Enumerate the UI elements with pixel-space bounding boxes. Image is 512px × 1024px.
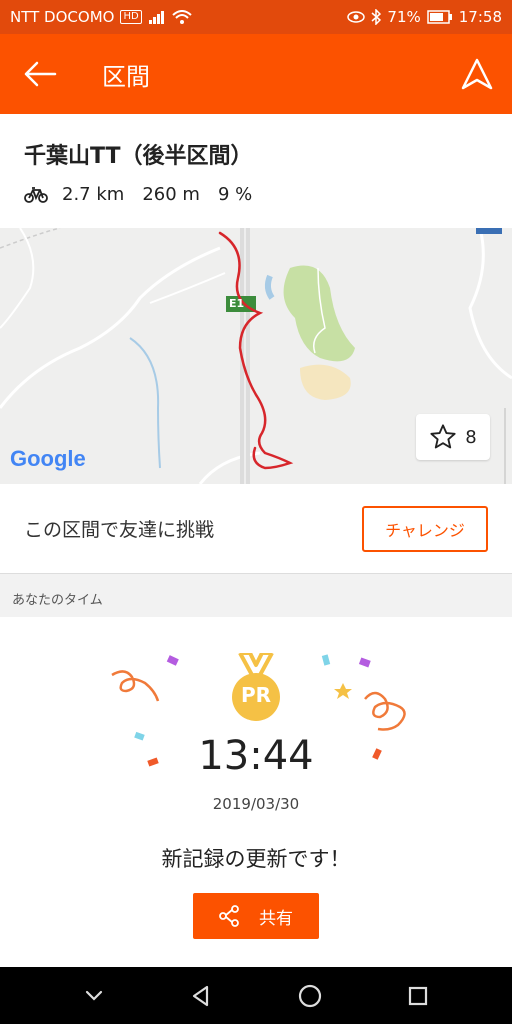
hd-badge: HD (120, 10, 142, 24)
carrier-label: NTT DOCOMO (10, 8, 115, 26)
share-button[interactable]: 共有 (193, 893, 319, 939)
wifi-icon (172, 10, 192, 24)
eye-icon (347, 11, 366, 23)
segment-distance: 2.7 km (62, 184, 125, 205)
back-triangle-icon[interactable] (189, 984, 213, 1008)
signal-icon (148, 11, 164, 24)
challenge-button[interactable]: チャレンジ (362, 505, 488, 552)
bicycle-icon (24, 186, 48, 203)
result-card: PR 13:44 2019/03/30 新記録の更新です！ 共有 (0, 617, 512, 967)
battery-percent: 71% (387, 8, 421, 26)
bluetooth-icon (371, 9, 382, 25)
segment-map[interactable]: E1 Google 8 (0, 228, 512, 484)
navigate-button[interactable] (442, 34, 512, 114)
segment-name: 千葉山TT（後半区間） (24, 144, 253, 169)
your-time-label: あなたのタイム (0, 575, 512, 617)
segment-header: 千葉山TT（後半区間） 2.7 km 260 m 9 % (0, 114, 512, 228)
google-logo: Google (10, 446, 86, 471)
navigation-arrow-icon (461, 58, 493, 90)
back-button[interactable] (0, 34, 80, 114)
clock: 17:58 (458, 8, 502, 26)
challenge-row: この区間で友達に挑戦 チャレンジ (0, 484, 512, 574)
share-icon (219, 905, 239, 927)
segment-time: 13:44 (198, 733, 314, 779)
segment-stats: 2.7 km 260 m 9 % (24, 184, 488, 205)
road-shield: E1 (229, 297, 245, 310)
system-nav-bar (0, 967, 512, 1024)
app-bar: 区間 (0, 34, 512, 114)
star-count: 8 (465, 426, 477, 448)
share-label: 共有 (259, 908, 293, 929)
chevron-down-icon[interactable] (82, 984, 106, 1008)
star-button[interactable]: 8 (416, 414, 490, 460)
home-circle-icon[interactable] (297, 983, 323, 1009)
segment-grade: 9 % (217, 184, 253, 205)
battery-icon (427, 10, 452, 24)
page-title: 区間 (102, 62, 150, 91)
segment-date: 2019/03/30 (212, 795, 300, 813)
status-bar: NTT DOCOMO HD 71% 17:58 (0, 0, 512, 34)
segment-elevation: 260 m (142, 184, 200, 205)
pr-badge: PR (240, 683, 272, 707)
recents-square-icon[interactable] (406, 984, 430, 1008)
new-record-message: 新記録の更新です！ (161, 847, 351, 871)
challenge-text: この区間で友達に挑戦 (24, 519, 215, 541)
star-icon (430, 424, 456, 449)
arrow-left-icon (24, 61, 57, 87)
